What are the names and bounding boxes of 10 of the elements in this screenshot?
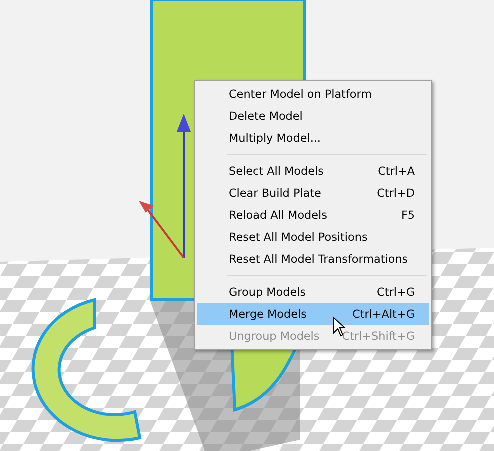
menu-item[interactable]: Select All Models Ctrl+A <box>197 160 429 182</box>
menu-item[interactable]: Multiply Model... <box>197 127 429 149</box>
menu-item[interactable]: Reset All Model Transformations <box>197 248 429 270</box>
menu-item[interactable]: Delete Model <box>197 105 429 127</box>
menu-item[interactable]: Reload All Models F5 <box>197 204 429 226</box>
menu-item[interactable]: Reset All Model Positions <box>197 226 429 248</box>
menu-item[interactable]: Center Model on Platform <box>197 83 429 105</box>
menu-item[interactable]: Group Models Ctrl+G <box>197 281 429 303</box>
menu-item[interactable]: Merge Models Ctrl+Alt+G <box>197 303 429 325</box>
menu-item[interactable]: Clear Build Plate Ctrl+D <box>197 182 429 204</box>
